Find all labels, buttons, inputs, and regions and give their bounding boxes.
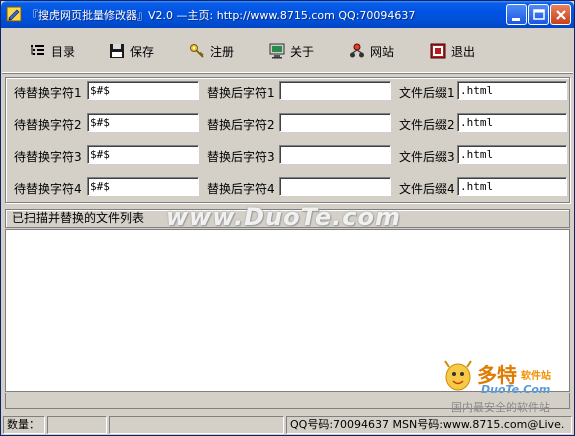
minimize-icon bbox=[512, 18, 520, 21]
ext-input-1[interactable]: .html bbox=[457, 81, 567, 100]
find-input-4[interactable]: $#$ bbox=[87, 177, 199, 196]
ext-label-4: 文件后缀4 bbox=[399, 182, 455, 196]
find-label-3: 待替换字符3 bbox=[14, 150, 82, 164]
directory-icon bbox=[31, 45, 44, 55]
find-label-2: 待替换字符2 bbox=[14, 118, 82, 132]
watermark-logo: 多特 软件站 DuoTe.Com 国内最安全的软件站 bbox=[441, 359, 571, 419]
minimize-button[interactable] bbox=[506, 4, 527, 25]
title-bar[interactable]: 『搜虎网页批量修改器』V2.0 —主页: http://www.8715.com… bbox=[1, 1, 574, 28]
status-spacer bbox=[109, 416, 284, 434]
replace-form: 待替换字符1 $#$ 替换后字符1 文件后缀1 .html 待替换字符2 $#$… bbox=[5, 77, 570, 203]
replace-label-4: 替换后字符4 bbox=[207, 182, 275, 196]
find-input-2[interactable]: $#$ bbox=[87, 113, 199, 132]
key-icon bbox=[190, 44, 204, 58]
app-pencil-icon bbox=[6, 6, 22, 22]
status-bar: 数量： QQ号码:70094637 MSN号码:www.8715.com@Liv… bbox=[2, 415, 573, 435]
contact-info: QQ号码:70094637 MSN号码:www.8715.com@Live. bbox=[286, 416, 572, 434]
maximize-icon bbox=[533, 9, 545, 20]
ext-input-2[interactable]: .html bbox=[457, 113, 567, 132]
find-label-4: 待替换字符4 bbox=[14, 182, 82, 196]
close-icon bbox=[556, 10, 566, 20]
save-label: 保存 bbox=[130, 44, 155, 59]
ext-label-2: 文件后缀2 bbox=[399, 118, 455, 132]
exit-icon bbox=[430, 43, 446, 59]
logo-subtitle: 软件站 bbox=[521, 371, 551, 382]
app-window: 『搜虎网页批量修改器』V2.0 —主页: http://www.8715.com… bbox=[0, 0, 575, 436]
directory-label: 目录 bbox=[51, 44, 76, 59]
monitor-icon bbox=[269, 43, 285, 59]
mascot-icon bbox=[444, 360, 472, 391]
website-label: 网站 bbox=[370, 44, 395, 59]
maximize-button[interactable] bbox=[528, 4, 549, 25]
save-button[interactable]: 保存 bbox=[109, 40, 154, 62]
ext-input-4[interactable]: .html bbox=[457, 177, 567, 196]
ext-label-1: 文件后缀1 bbox=[399, 86, 455, 100]
window-title: 『搜虎网页批量修改器』V2.0 —主页: http://www.8715.com… bbox=[27, 9, 416, 22]
save-icon bbox=[110, 44, 124, 58]
directory-button[interactable]: 目录 bbox=[30, 40, 75, 62]
replace-label-2: 替换后字符2 bbox=[207, 118, 275, 132]
ext-input-3[interactable]: .html bbox=[457, 145, 567, 164]
logo-english: DuoTe.Com bbox=[481, 383, 551, 396]
network-icon bbox=[350, 43, 364, 58]
about-label: 关于 bbox=[290, 44, 315, 59]
close-button[interactable] bbox=[550, 4, 571, 25]
watermark-text: www.DuoTe.com bbox=[166, 203, 401, 231]
count-value bbox=[47, 416, 107, 434]
replace-label-1: 替换后字符1 bbox=[207, 86, 275, 100]
about-button[interactable]: 关于 bbox=[269, 40, 314, 62]
exit-button[interactable]: 退出 bbox=[430, 40, 475, 62]
replace-input-2[interactable] bbox=[279, 113, 391, 132]
replace-input-3[interactable] bbox=[279, 145, 391, 164]
find-label-1: 待替换字符1 bbox=[14, 86, 82, 100]
replace-input-1[interactable] bbox=[279, 81, 391, 100]
register-button[interactable]: 注册 bbox=[189, 40, 234, 62]
logo-tagline: 国内最安全的软件站 bbox=[451, 401, 550, 414]
count-label: 数量： bbox=[3, 416, 45, 434]
ext-label-3: 文件后缀3 bbox=[399, 150, 455, 164]
exit-label: 退出 bbox=[451, 44, 476, 59]
replace-label-3: 替换后字符3 bbox=[207, 150, 275, 164]
find-input-1[interactable]: $#$ bbox=[87, 81, 199, 100]
website-button[interactable]: 网站 bbox=[349, 40, 394, 62]
replace-input-4[interactable] bbox=[279, 177, 391, 196]
find-input-3[interactable]: $#$ bbox=[87, 145, 199, 164]
toolbar: 目录 保存 注册 关于 网站 退出 bbox=[2, 28, 573, 73]
register-label: 注册 bbox=[210, 44, 235, 59]
